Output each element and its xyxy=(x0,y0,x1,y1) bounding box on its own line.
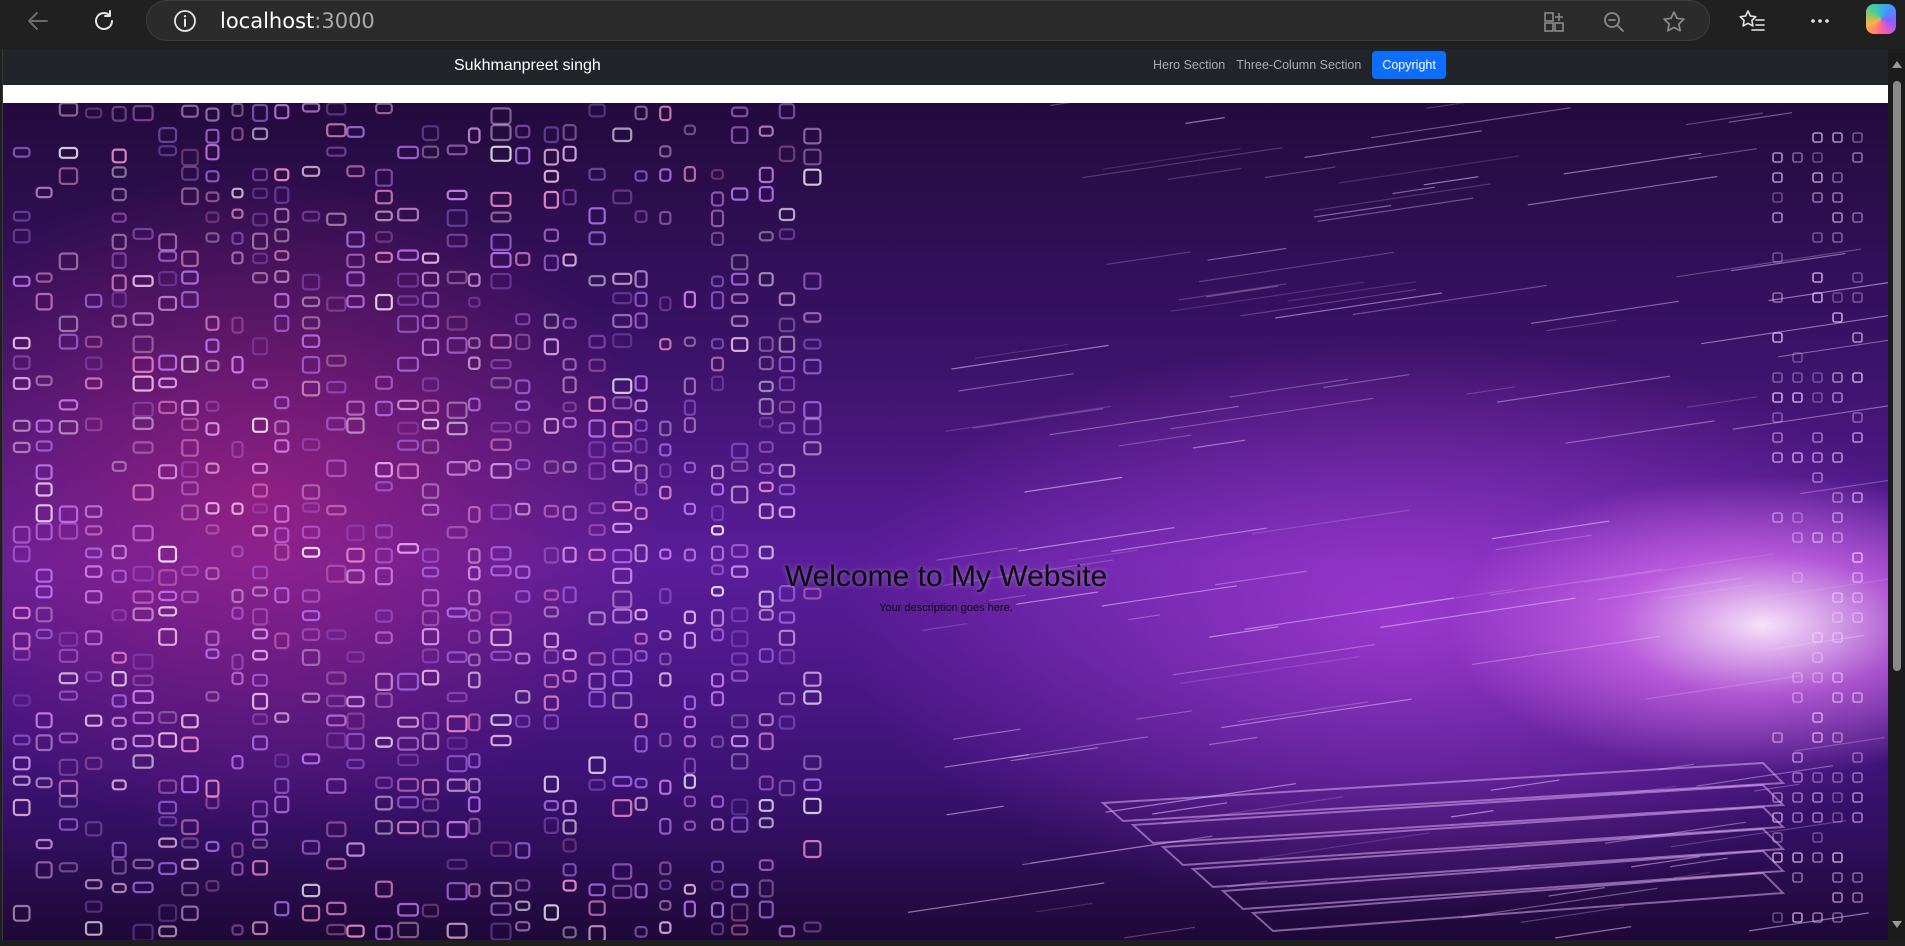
nav-link-copyright[interactable]: Copyright xyxy=(1372,51,1446,79)
favorites-button[interactable] xyxy=(1736,5,1768,37)
page-viewport: Sukhmanpreet singh Hero Section Three-Co… xyxy=(2,49,1889,940)
more-icon xyxy=(1811,19,1829,23)
url-host: localhost xyxy=(220,9,315,33)
zoom-button[interactable] xyxy=(1598,6,1630,38)
copilot-icon[interactable] xyxy=(1866,4,1896,34)
url-port: :3000 xyxy=(314,9,375,33)
refresh-icon xyxy=(95,10,113,30)
refresh-button[interactable] xyxy=(88,5,120,37)
navbar: Sukhmanpreet singh Hero Section Three-Co… xyxy=(3,49,1889,85)
nav-links: Hero Section Three-Column Section Copyri… xyxy=(1153,50,1446,80)
more-button[interactable] xyxy=(1804,5,1836,37)
extensions-button[interactable] xyxy=(1538,6,1570,38)
hero-description: Your description goes here. xyxy=(879,602,1013,614)
hero-title: Welcome to My Website xyxy=(784,560,1108,593)
nav-link-hero-section[interactable]: Hero Section xyxy=(1153,58,1225,72)
site-info-icon[interactable] xyxy=(173,9,197,33)
url-text[interactable]: localhost:3000 xyxy=(220,9,375,33)
browser-toolbar: localhost:3000 xyxy=(0,0,1905,49)
scroll-down-arrow[interactable] xyxy=(1892,921,1902,928)
favorite-button[interactable] xyxy=(1658,6,1690,38)
favorite-star-icon xyxy=(1663,11,1685,32)
favorites-icon xyxy=(1739,10,1765,31)
hero-section: Welcome to My Website Your description g… xyxy=(3,103,1889,940)
back-arrow-icon xyxy=(28,12,48,30)
scroll-up-arrow[interactable] xyxy=(1892,61,1902,68)
scroll-thumb[interactable] xyxy=(1893,81,1901,671)
extensions-icon xyxy=(1544,12,1564,32)
page-scrollbar[interactable] xyxy=(1888,49,1905,940)
window-bottom-edge xyxy=(0,940,1905,946)
hero-background-image xyxy=(12,103,1889,940)
navbar-brand[interactable]: Sukhmanpreet singh xyxy=(454,57,601,75)
address-bar[interactable]: localhost:3000 xyxy=(146,0,1710,41)
zoom-icon xyxy=(1604,12,1624,32)
nav-link-three-column-section[interactable]: Three-Column Section xyxy=(1236,58,1361,72)
back-button[interactable] xyxy=(22,5,54,37)
